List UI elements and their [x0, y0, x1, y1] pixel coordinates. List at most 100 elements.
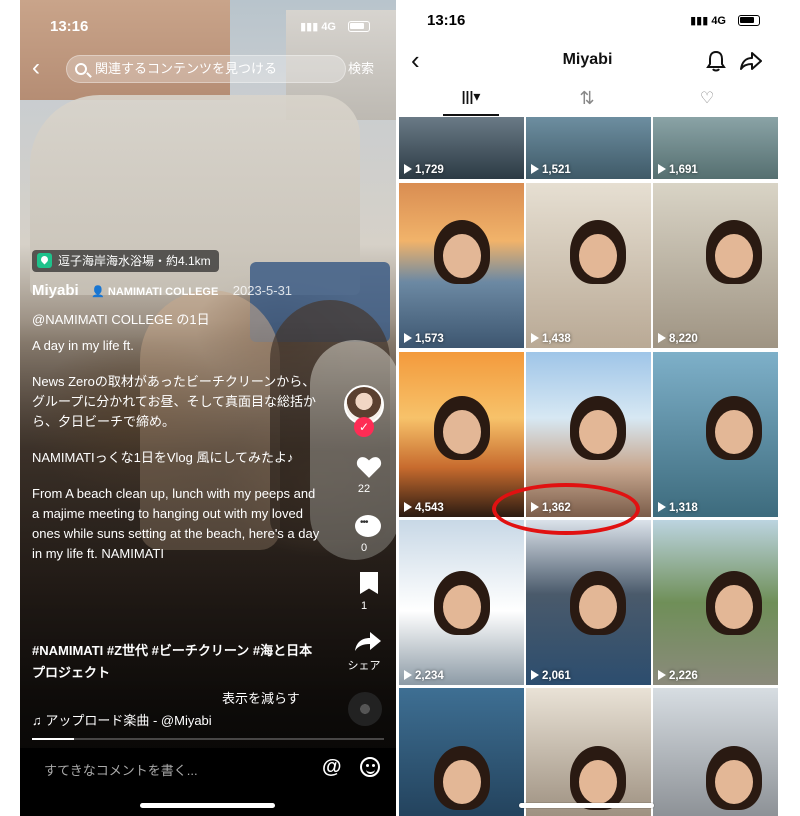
- video-thumbnail[interactable]: 1,691: [653, 117, 778, 179]
- save-count: 1: [360, 600, 368, 612]
- view-count-label: 1,318: [669, 502, 698, 514]
- home-indicator: [140, 803, 275, 808]
- video-thumbnail[interactable]: [653, 688, 778, 816]
- search-button[interactable]: 検索: [348, 55, 374, 83]
- play-icon: [531, 670, 539, 680]
- thumbnail-person-face: [443, 234, 481, 278]
- emoji-icon[interactable]: [360, 757, 380, 777]
- thumbnail-person-face: [715, 410, 753, 454]
- tab-videos[interactable]: |||▾: [451, 88, 491, 112]
- video-thumbnail[interactable]: 2,061: [526, 520, 651, 685]
- music-label[interactable]: ♫ アップロード楽曲 - @Miyabi: [32, 710, 212, 729]
- thumbnail-person-face: [715, 760, 753, 804]
- profile-tabs: |||▾ ⇅ ♡: [397, 86, 778, 116]
- video-thumbnail[interactable]: 4,543: [399, 352, 524, 517]
- video-thumbnail[interactable]: [526, 688, 651, 816]
- video-progress-bar[interactable]: [32, 738, 384, 740]
- description-paragraph: News Zeroの取材があったビーチクリーンから、グループに分かれてお昼、そし…: [32, 374, 317, 429]
- comment-input[interactable]: すてきなコメントを書く...: [44, 760, 198, 779]
- battery-icon: [348, 21, 370, 32]
- video-thumbnail[interactable]: 8,220: [653, 183, 778, 348]
- thumbnail-person-face: [715, 234, 753, 278]
- status-bar: 13:16 ▮▮▮ 4G: [397, 12, 778, 32]
- show-less-link[interactable]: 表示を減らす: [222, 688, 300, 707]
- view-count: 1,318: [658, 502, 698, 514]
- video-progress-fill: [32, 738, 75, 740]
- author-name[interactable]: Miyabi: [32, 282, 79, 299]
- profile-screen: 13:16 ▮▮▮ 4G ‹ Miyabi |||▾ ⇅ ♡ 1,729 1,52…: [397, 0, 778, 816]
- video-scene-building: [20, 0, 230, 100]
- follow-icon[interactable]: ✓: [354, 417, 374, 437]
- play-icon: [404, 333, 412, 343]
- view-count-label: 1,691: [669, 164, 698, 176]
- description-paragraph: NAMIMATIっくな1日をVlog 風にしてみたよ♪: [32, 450, 294, 465]
- video-thumbnail[interactable]: 2,226: [653, 520, 778, 685]
- video-description: @NAMIMATI COLLEGE の1日 A day in my life f…: [32, 310, 322, 580]
- thumbnail-person-face: [443, 410, 481, 454]
- music-disc-icon[interactable]: [348, 692, 382, 726]
- video-player-screen: 13:16 ▮▮▮ 4G ‹ 関連するコンテンツを見つける 検索 逗子海岸海水浴…: [20, 0, 396, 816]
- post-date: 2023-5-31: [232, 283, 293, 298]
- view-count-label: 2,061: [542, 670, 571, 682]
- liked-heart-icon: ♡: [699, 90, 715, 107]
- location-tag[interactable]: 逗子海岸海水浴場・約4.1km: [32, 250, 219, 272]
- video-thumbnail[interactable]: 1,573: [399, 183, 524, 348]
- search-input[interactable]: 関連するコンテンツを見つける: [66, 55, 346, 83]
- view-count: 2,234: [404, 670, 444, 682]
- view-count-label: 4,543: [415, 502, 444, 514]
- comment-count: 0: [360, 542, 368, 554]
- view-count-label: 8,220: [669, 333, 698, 345]
- screenshot-frame: 13:16 ▮▮▮ 4G ‹ 関連するコンテンツを見つける 検索 逗子海岸海水浴…: [0, 0, 800, 816]
- play-icon: [531, 164, 539, 174]
- mention-icon[interactable]: @: [322, 756, 344, 778]
- search-placeholder: 関連するコンテンツを見つける: [95, 61, 278, 76]
- view-count: 2,061: [531, 670, 571, 682]
- home-indicator: [519, 803, 654, 808]
- video-thumbnail[interactable]: 1,318: [653, 352, 778, 517]
- author-row: Miyabi 👤 NAMIMATI COLLEGE 2023-5-31: [32, 282, 292, 304]
- view-count-label: 2,234: [415, 670, 444, 682]
- thumbnail-person-face: [443, 585, 481, 629]
- play-icon: [404, 670, 412, 680]
- video-thumbnail[interactable]: 1,438: [526, 183, 651, 348]
- thumbnail-person-face: [579, 585, 617, 629]
- back-icon[interactable]: ‹: [32, 55, 56, 83]
- tab-liked[interactable]: ♡: [687, 88, 727, 112]
- video-thumbnail[interactable]: 1,521: [526, 117, 651, 179]
- share-icon[interactable]: [355, 632, 381, 652]
- thumbnail-person-face: [715, 585, 753, 629]
- tab-reposts[interactable]: ⇅: [567, 88, 607, 112]
- video-thumbnail[interactable]: [399, 688, 524, 816]
- bell-icon[interactable]: [706, 50, 726, 72]
- video-thumbnail[interactable]: 2,234: [399, 520, 524, 685]
- grid-icon: |||▾: [461, 88, 481, 104]
- play-icon: [658, 670, 666, 680]
- repost-icon: ⇅: [579, 88, 595, 108]
- thumbnail-person-face: [443, 760, 481, 804]
- hashtags[interactable]: #NAMIMATI #Z世代 #ビーチクリーン #海と日本プロジェクト: [32, 640, 322, 684]
- view-count: 1,729: [404, 164, 444, 176]
- description-paragraph: From A beach clean up, lunch with my pee…: [32, 486, 320, 561]
- play-icon: [658, 333, 666, 343]
- status-time: 13:16: [50, 18, 89, 35]
- like-icon[interactable]: [356, 455, 382, 479]
- search-icon: [75, 63, 87, 75]
- view-count-label: 2,226: [669, 670, 698, 682]
- view-count: 1,691: [658, 164, 698, 176]
- search-header: ‹ 関連するコンテンツを見つける 検索: [20, 55, 396, 83]
- active-tab-indicator: [443, 114, 499, 116]
- signal-icon: ▮▮▮ 4G: [300, 21, 336, 33]
- share-icon[interactable]: [740, 50, 762, 72]
- network-label: 4G: [321, 21, 336, 33]
- location-label: 逗子海岸海水浴場・約4.1km: [58, 254, 211, 268]
- view-count: 4,543: [404, 502, 444, 514]
- comment-icon[interactable]: [355, 515, 381, 537]
- view-count: 1,438: [531, 333, 571, 345]
- view-count-label: 1,438: [542, 333, 571, 345]
- video-thumbnail[interactable]: 1,729: [399, 117, 524, 179]
- view-count: 1,573: [404, 333, 444, 345]
- description-line: @NAMIMATI COLLEGE の1日: [32, 312, 210, 327]
- battery-icon: [738, 15, 760, 26]
- comment-bar: すてきなコメントを書く... @: [20, 748, 396, 816]
- profile-header: ‹ Miyabi: [397, 46, 778, 76]
